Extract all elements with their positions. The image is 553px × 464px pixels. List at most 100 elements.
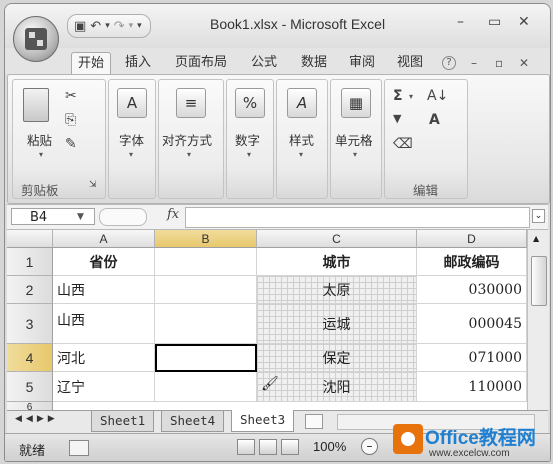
alignment-dropdown-icon[interactable]: ▾ [187,150,191,159]
tab-data[interactable]: 数据 [295,52,333,74]
cells-group: ▦ 单元格 ▾ [330,79,382,199]
ribbon-close-button[interactable]: ✕ [519,56,529,70]
cell-b5[interactable] [155,372,257,402]
cell-c1[interactable]: 城市 [257,248,417,276]
watermark: Office教程网 www.excelcw.com [387,422,550,461]
column-header-d[interactable]: D [417,230,527,248]
row-header-6[interactable]: 6 [7,402,53,410]
cell-a2[interactable]: 山西 [53,276,155,304]
cells-dropdown-icon[interactable]: ▾ [353,150,357,159]
styles-dropdown-icon[interactable]: ▾ [299,150,303,159]
zoom-out-icon[interactable]: – [361,438,378,455]
number-button[interactable]: 数字 [235,130,260,149]
maximize-button[interactable]: ▭ [488,14,501,30]
cell-b2[interactable] [155,276,257,304]
row-header-3[interactable]: 3 [7,304,53,344]
cell-b4-selected[interactable] [155,344,257,372]
cell-b1[interactable] [155,248,257,276]
row-header-1[interactable]: 1 [7,248,53,276]
fill-icon[interactable]: ▼ [393,112,401,125]
ribbon-restore-button[interactable]: ▫ [495,56,503,70]
paste-button[interactable]: 粘贴 [27,130,52,149]
cell-b3[interactable] [155,304,257,344]
sheet-tab-sheet4[interactable]: Sheet4 [161,411,225,432]
office-button[interactable] [13,16,59,62]
cell-a1[interactable]: 省份 [53,248,155,276]
column-header-c[interactable]: C [257,230,417,248]
row-header-4[interactable]: 4 [7,344,53,372]
cell-a4[interactable]: 河北 [53,344,155,372]
cut-icon[interactable]: ✂ [65,88,77,104]
cell-c4[interactable]: 保定 [257,344,417,372]
cell-c2[interactable]: 太原 [257,276,417,304]
ribbon-minimize-button[interactable]: – [471,56,477,70]
autosum-dropdown-icon[interactable]: ▾ [409,92,413,101]
vertical-scroll-thumb[interactable] [531,256,547,306]
paste-dropdown-icon[interactable]: ▾ [39,150,43,159]
cell-d1[interactable]: 邮政编码 [417,248,527,276]
cell-d2[interactable]: 030000 [417,276,527,304]
paste-icon[interactable] [23,88,49,122]
alignment-button[interactable]: 对齐方式 [162,130,212,149]
undo-dropdown-icon[interactable]: ▾ [105,21,110,31]
column-header-a[interactable]: A [53,230,155,248]
font-icon[interactable]: A [117,88,147,118]
cells-button[interactable]: 单元格 [335,130,373,149]
row-header-2[interactable]: 2 [7,276,53,304]
close-button[interactable]: ✕ [518,14,530,30]
autosum-icon[interactable]: Σ [393,88,403,104]
format-painter-icon[interactable]: ✎ [65,136,77,152]
find-select-icon[interactable]: A [429,112,440,128]
normal-view-icon[interactable] [237,439,255,455]
zoom-level[interactable]: 100% [313,439,346,454]
align-icon[interactable]: ≡ [176,88,206,118]
sheet-navigation-icons[interactable]: ◀◀▶▶ [15,414,59,424]
cell-a3[interactable]: 山西 [53,304,155,344]
undo-icon[interactable]: ↶ [90,19,101,34]
redo-dropdown-icon[interactable]: ▾ [129,21,134,31]
sheet-tab-sheet3[interactable]: Sheet3 [231,410,295,432]
number-format-icon[interactable]: % [235,88,265,118]
cell-d4[interactable]: 071000 [417,344,527,372]
column-header-b[interactable]: B [155,230,257,248]
cells-icon[interactable]: ▦ [341,88,371,118]
macro-record-icon[interactable] [69,440,89,456]
styles-icon[interactable]: A [287,88,317,118]
help-icon[interactable]: ? [442,56,456,70]
formula-bar-resize-handle[interactable] [99,208,147,226]
expand-formula-bar-icon[interactable]: ⌄ [532,209,545,223]
tab-page-layout[interactable]: 页面布局 [169,52,233,74]
name-box-dropdown-icon[interactable]: ▼ [77,212,84,222]
clear-icon[interactable]: ⌫ [393,136,413,152]
tab-review[interactable]: 审阅 [343,52,381,74]
page-break-view-icon[interactable] [281,439,299,455]
tab-home[interactable]: 开始 [71,52,112,75]
copy-icon[interactable]: ⎘ [65,112,76,128]
page-layout-view-icon[interactable] [259,439,277,455]
insert-sheet-icon[interactable] [305,414,323,429]
styles-button[interactable]: 样式 [289,130,314,149]
select-all-corner[interactable] [7,230,53,248]
font-button[interactable]: 字体 [119,130,144,149]
vertical-scrollbar[interactable]: ▲ [527,230,549,410]
formula-input[interactable] [185,207,530,228]
cell-a5[interactable]: 辽宁 [53,372,155,402]
customize-qat-icon[interactable]: ▾ [137,21,142,31]
row-header-5[interactable]: 5 [7,372,53,402]
redo-icon[interactable]: ↷ [114,19,125,34]
cell-d3[interactable]: 000045 [417,304,527,344]
tab-formulas[interactable]: 公式 [245,52,283,74]
scroll-up-icon[interactable]: ▲ [533,234,539,243]
minimize-button[interactable]: – [457,14,464,30]
tab-insert[interactable]: 插入 [119,52,157,74]
save-icon[interactable]: ▣ [74,19,86,34]
sheet-tab-sheet1[interactable]: Sheet1 [91,411,155,432]
insert-function-icon[interactable]: fx [167,207,179,222]
cell-d5[interactable]: 110000 [417,372,527,402]
cell-c3[interactable]: 运城 [257,304,417,344]
tab-view[interactable]: 视图 [391,52,429,74]
font-dropdown-icon[interactable]: ▾ [129,150,133,159]
number-dropdown-icon[interactable]: ▾ [247,150,251,159]
clipboard-dialog-launcher-icon[interactable]: ⇲ [89,180,97,190]
sort-filter-icon[interactable]: A↓ [427,88,448,104]
